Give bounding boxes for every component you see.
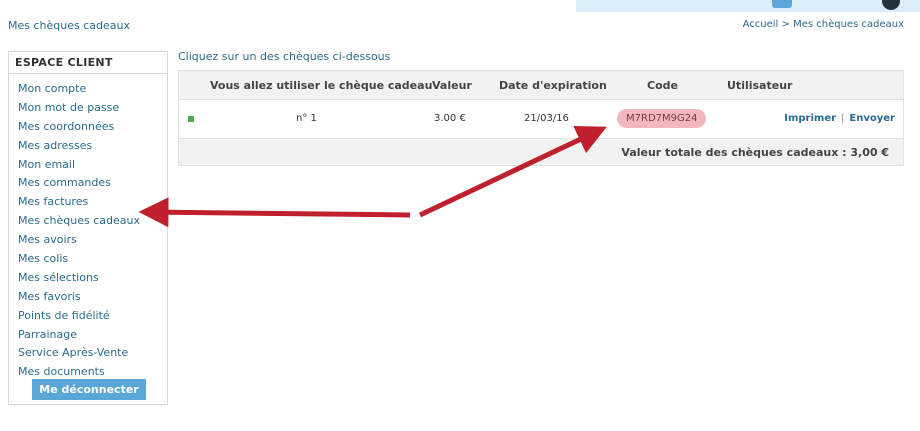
cart-icon[interactable] — [882, 0, 900, 10]
sidebar-title: ESPACE CLIENT — [9, 52, 167, 74]
table-row[interactable]: n° 1 3.00 € 21/03/16 M7RD7M9G24 Imprimer… — [179, 100, 903, 139]
cheque-number: n° 1 — [296, 113, 317, 124]
sidebar-item-favoris[interactable]: Mes favoris — [18, 288, 167, 307]
sidebar-item-avoirs[interactable]: Mes avoirs — [18, 231, 167, 250]
breadcrumb-current: Mes chèques cadeaux — [793, 19, 904, 30]
sidebar-item-fidelite[interactable]: Points de fidélité — [18, 307, 167, 326]
breadcrumb: Accueil > Mes chèques cadeaux — [743, 19, 904, 30]
breadcrumb-separator: > — [781, 19, 790, 30]
logout-button[interactable]: Me déconnecter — [32, 379, 146, 400]
sidebar-item-coordonnees[interactable]: Mes coordonnées — [18, 118, 167, 137]
sidebar-item-mot-de-passe[interactable]: Mon mot de passe — [18, 99, 167, 118]
sidebar-item-colis[interactable]: Mes colis — [18, 250, 167, 269]
cheque-value: 3.00 € — [434, 113, 466, 124]
sidebar-item-adresses[interactable]: Mes adresses — [18, 137, 167, 156]
arrow-to-sidebar-annotation — [138, 197, 411, 228]
gift-cheques-table: Vous allez utiliser le chèque cadeau Val… — [178, 70, 904, 166]
sidebar-item-commandes[interactable]: Mes commandes — [18, 174, 167, 193]
sidebar-item-selections[interactable]: Mes sélections — [18, 269, 167, 288]
cheque-code-badge: M7RD7M9G24 — [617, 109, 707, 128]
breadcrumb-home[interactable]: Accueil — [743, 19, 779, 30]
send-link[interactable]: Envoyer — [849, 113, 895, 124]
top-banner — [576, 0, 920, 12]
sidebar-item-factures[interactable]: Mes factures — [18, 193, 167, 212]
sidebar-menu: Mon compte Mon mot de passe Mes coordonn… — [9, 74, 167, 382]
sidebar-item-sav[interactable]: Service Après-Vente — [18, 344, 167, 363]
cheque-expiration: 21/03/16 — [524, 113, 569, 124]
column-header-code: Code — [647, 79, 678, 92]
print-link[interactable]: Imprimer — [784, 113, 836, 124]
column-header-user: Utilisateur — [727, 79, 793, 92]
column-header-cheque: Vous allez utiliser le chèque cadeau — [210, 79, 433, 92]
sidebar-item-cheques-cadeaux[interactable]: Mes chèques cadeaux — [18, 212, 167, 231]
column-header-expiration: Date d'expiration — [499, 79, 607, 92]
table-footer: Valeur totale des chèques cadeaux : 3,00… — [179, 139, 903, 165]
column-header-value: Valeur — [432, 79, 472, 92]
sidebar: ESPACE CLIENT Mon compte Mon mot de pass… — [8, 51, 168, 405]
instructions-text: Cliquez sur un des chèques ci-dessous — [178, 50, 391, 63]
bag-icon — [772, 0, 792, 8]
table-header: Vous allez utiliser le chèque cadeau Val… — [179, 71, 903, 100]
page-title: Mes chèques cadeaux — [8, 19, 130, 32]
total-value: Valeur totale des chèques cadeaux : 3,00… — [621, 146, 889, 159]
sidebar-item-parrainage[interactable]: Parrainage — [18, 326, 167, 345]
sidebar-item-email[interactable]: Mon email — [18, 156, 167, 175]
status-indicator-icon — [188, 116, 194, 122]
sidebar-item-mon-compte[interactable]: Mon compte — [18, 80, 167, 99]
actions-separator: | — [841, 113, 845, 124]
row-actions: Imprimer | Envoyer — [784, 113, 895, 124]
